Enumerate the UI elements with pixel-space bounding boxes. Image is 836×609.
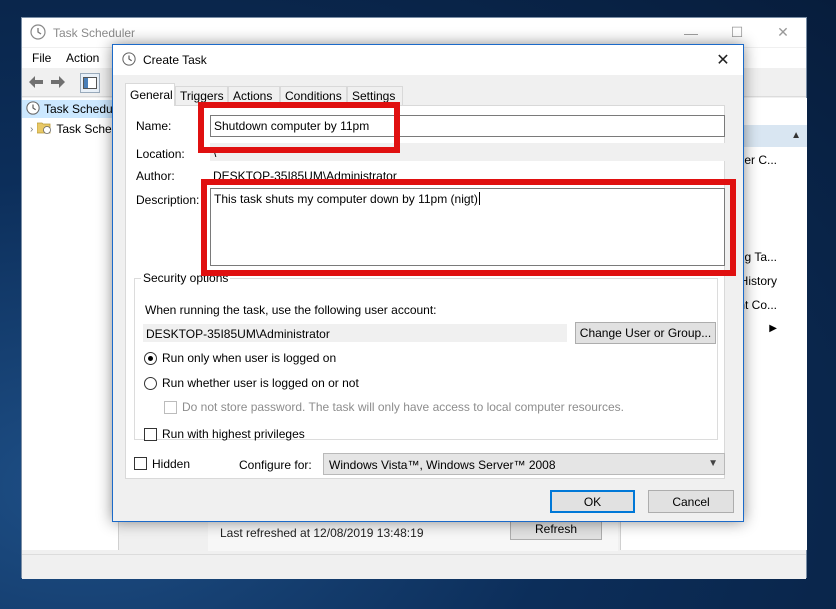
description-field-value: This task shuts my computer down by 11pm… xyxy=(214,192,478,206)
security-options-title: Security options xyxy=(141,271,231,285)
main-close-button[interactable]: ✕ xyxy=(760,18,806,47)
text-caret xyxy=(478,192,480,205)
tree-item-task-scheduler-local[interactable]: Task Schedul xyxy=(22,100,118,118)
cancel-button[interactable]: Cancel xyxy=(648,490,734,513)
run-whether-logged-on-radio[interactable] xyxy=(144,377,157,390)
change-user-button[interactable]: Change User or Group... xyxy=(575,322,716,344)
location-value: \ xyxy=(210,143,725,161)
tree-item-label: Task Schedul xyxy=(44,102,116,116)
account-value: DESKTOP-35I85UM\Administrator xyxy=(143,324,567,342)
hidden-label[interactable]: Hidden xyxy=(152,457,190,471)
run-only-logged-on-label[interactable]: Run only when user is logged on xyxy=(162,351,336,365)
name-field-value: Shutdown computer by 11pm xyxy=(214,119,370,133)
dialog-title-bar[interactable]: Create Task ✕ xyxy=(113,45,743,75)
menu-file[interactable]: File xyxy=(32,51,51,65)
main-title-bar[interactable]: Task Scheduler — ☐ ✕ xyxy=(22,18,806,47)
status-bar xyxy=(22,554,806,579)
maximize-button[interactable]: ☐ xyxy=(714,18,760,47)
dialog-title: Create Task xyxy=(143,53,207,67)
console-tree: Task Schedul › Task Sche xyxy=(22,98,119,550)
chevron-down-icon: ▼ xyxy=(708,458,718,469)
author-value: DESKTOP-35I85UM\Administrator xyxy=(213,169,397,183)
main-window-title: Task Scheduler xyxy=(53,26,136,40)
configure-for-value: Windows Vista™, Windows Server™ 2008 xyxy=(329,458,556,472)
description-label: Description: xyxy=(136,193,200,207)
show-hide-console-tree-icon[interactable] xyxy=(80,73,100,93)
run-only-logged-on-radio[interactable] xyxy=(144,352,157,365)
run-whether-logged-on-label[interactable]: Run whether user is logged on or not xyxy=(162,376,359,390)
highest-privileges-label[interactable]: Run with highest privileges xyxy=(162,427,305,441)
author-label: Author: xyxy=(136,169,175,183)
tab-general[interactable]: General xyxy=(125,83,175,106)
chevron-right-icon[interactable]: › xyxy=(30,124,33,135)
ok-button[interactable]: OK xyxy=(550,490,635,513)
submenu-arrow-icon: ▶ xyxy=(769,323,777,334)
name-label: Name: xyxy=(136,119,172,133)
tab-settings[interactable]: Settings xyxy=(347,86,403,105)
last-refreshed-text: Last refreshed at 12/08/2019 13:48:19 xyxy=(220,526,424,540)
name-field[interactable]: Shutdown computer by 11pm xyxy=(210,115,725,137)
highest-privileges-checkbox[interactable] xyxy=(144,428,157,441)
configure-for-dropdown[interactable]: Windows Vista™, Windows Server™ 2008 ▼ xyxy=(323,453,725,475)
general-tab-panel: Name: Shutdown computer by 11pm Location… xyxy=(125,105,725,479)
forward-arrow-icon[interactable] xyxy=(49,73,67,91)
tree-item-task-scheduler-library[interactable]: › Task Sche xyxy=(30,120,112,138)
minimize-button[interactable]: — xyxy=(668,18,714,47)
clock-icon xyxy=(26,100,40,118)
security-options-group: Security options When running the task, … xyxy=(134,271,718,441)
clock-icon xyxy=(30,24,46,43)
do-not-store-password-checkbox[interactable] xyxy=(164,401,177,414)
folder-clock-icon xyxy=(36,121,52,137)
description-field[interactable]: This task shuts my computer down by 11pm… xyxy=(210,188,725,266)
collapse-up-icon[interactable]: ▲ xyxy=(791,130,801,141)
create-task-dialog: Create Task ✕ General Triggers Actions C… xyxy=(112,44,744,522)
account-prompt: When running the task, use the following… xyxy=(145,303,437,317)
radio-dot xyxy=(148,356,153,361)
location-label: Location: xyxy=(136,147,185,161)
tab-actions[interactable]: Actions xyxy=(228,86,280,105)
do-not-store-password-label: Do not store password. The task will onl… xyxy=(182,400,624,414)
tab-conditions[interactable]: Conditions xyxy=(280,86,347,105)
dialog-close-button[interactable]: ✕ xyxy=(703,45,743,75)
back-arrow-icon[interactable] xyxy=(27,73,45,91)
tab-triggers[interactable]: Triggers xyxy=(175,86,228,105)
hidden-checkbox[interactable] xyxy=(134,457,147,470)
clock-icon xyxy=(122,52,136,69)
tree-item-label: Task Sche xyxy=(56,122,112,136)
configure-for-label: Configure for: xyxy=(239,458,312,472)
menu-action[interactable]: Action xyxy=(66,51,99,65)
